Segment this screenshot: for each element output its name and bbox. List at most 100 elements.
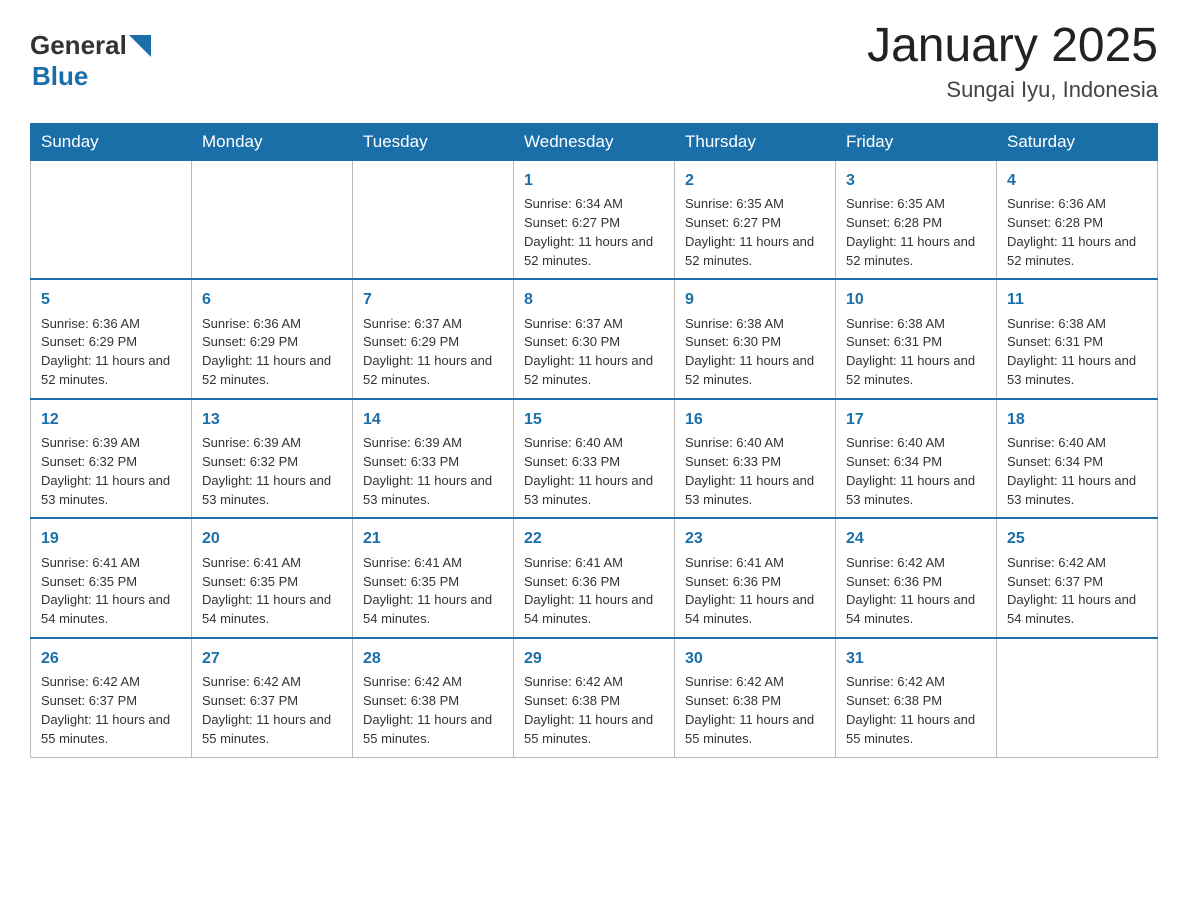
day-info: Sunrise: 6:36 AM [41,315,181,334]
day-number: 19 [41,527,181,550]
day-info: Sunrise: 6:36 AM [202,315,342,334]
day-cell: 23Sunrise: 6:41 AMSunset: 6:36 PMDayligh… [675,518,836,638]
week-row-3: 12Sunrise: 6:39 AMSunset: 6:32 PMDayligh… [31,399,1158,519]
day-info: Daylight: 11 hours and 52 minutes. [1007,233,1147,271]
day-cell: 21 Sunrise: 6:41 AMSunset: 6:35 PMDayligh… [353,518,514,638]
day-info: Sunset: 6:38 PM [363,692,503,711]
day-number: 6 [202,288,342,311]
day-info: Sunset: 6:27 PM [524,214,664,233]
day-cell: 9Sunrise: 6:38 AMSunset: 6:30 PMDaylight… [675,279,836,399]
day-info: Sunset: 6:29 PM [202,333,342,352]
day-number: 13 [202,408,342,431]
day-info: Daylight: 11 hours and 54 minutes. [41,591,181,629]
day-cell: 7Sunrise: 6:37 AMSunset: 6:29 PMDaylight… [353,279,514,399]
col-header-thursday: Thursday [675,123,836,160]
day-number: 3 [846,169,986,192]
page-header: General Blue January 2025 Sungai Iyu, In… [30,20,1158,103]
day-number: 29 [524,647,664,670]
day-info: Daylight: 11 hours and 55 minutes. [846,711,986,749]
day-info: Sunrise: 6:35 AM [685,195,825,214]
day-info: Daylight: 11 hours and 54 minutes. [202,591,342,629]
day-cell [31,160,192,279]
day-cell: 16Sunrise: 6:40 AMSunset: 6:33 PMDayligh… [675,399,836,519]
day-info: Daylight: 11 hours and 54 minutes. [685,591,825,629]
day-info: Daylight: 11 hours and 52 minutes. [524,352,664,390]
day-info: Sunset: 6:32 PM [202,453,342,472]
day-info: Sunset: 6:36 PM [685,573,825,592]
day-cell: 20Sunrise: 6:41 AMSunset: 6:35 PMDayligh… [192,518,353,638]
day-number: 15 [524,408,664,431]
day-info: Sunrise: 6:42 AM [41,673,181,692]
day-number: 8 [524,288,664,311]
day-number: 21 [363,527,503,550]
day-info: Sunset: 6:28 PM [846,214,986,233]
day-number: 31 [846,647,986,670]
day-info: Sunset: 6:34 PM [846,453,986,472]
day-cell: 29 Sunrise: 6:42 AMSunset: 6:38 PMDayligh… [514,638,675,757]
location-title: Sungai Iyu, Indonesia [867,77,1158,103]
day-cell [192,160,353,279]
day-info: Sunset: 6:38 PM [685,692,825,711]
day-info: Daylight: 11 hours and 53 minutes. [846,472,986,510]
logo-general: General [30,30,127,61]
day-cell: 27Sunrise: 6:42 AMSunset: 6:37 PMDayligh… [192,638,353,757]
day-info: Sunrise: 6:41 AM [363,554,503,573]
day-info: Daylight: 11 hours and 53 minutes. [1007,352,1147,390]
day-number: 10 [846,288,986,311]
day-number: 11 [1007,288,1147,311]
day-info: Sunrise: 6:42 AM [846,673,986,692]
day-info: Sunset: 6:35 PM [41,573,181,592]
day-info: Sunrise: 6:42 AM [524,673,664,692]
day-info: Daylight: 11 hours and 55 minutes. [685,711,825,749]
day-cell: 8Sunrise: 6:37 AMSunset: 6:30 PMDaylight… [514,279,675,399]
day-number: 2 [685,169,825,192]
day-info: Daylight: 11 hours and 55 minutes. [41,711,181,749]
day-number: 28 [363,647,503,670]
day-info: Sunrise: 6:38 AM [1007,315,1147,334]
day-info: Daylight: 11 hours and 55 minutes. [524,711,664,749]
day-cell: 13 Sunrise: 6:39 AMSunset: 6:32 PMDayligh… [192,399,353,519]
col-header-monday: Monday [192,123,353,160]
day-number: 20 [202,527,342,550]
week-row-4: 19Sunrise: 6:41 AMSunset: 6:35 PMDayligh… [31,518,1158,638]
day-info: Sunrise: 6:42 AM [685,673,825,692]
day-info: Sunrise: 6:40 AM [1007,434,1147,453]
day-info: Sunrise: 6:38 AM [846,315,986,334]
day-info: Daylight: 11 hours and 55 minutes. [363,711,503,749]
day-info: Sunrise: 6:41 AM [202,554,342,573]
day-cell: 19Sunrise: 6:41 AMSunset: 6:35 PMDayligh… [31,518,192,638]
day-info: Sunrise: 6:42 AM [363,673,503,692]
header-row: SundayMondayTuesdayWednesdayThursdayFrid… [31,123,1158,160]
day-info: Sunset: 6:29 PM [41,333,181,352]
day-info: Sunrise: 6:41 AM [524,554,664,573]
day-cell: 26Sunrise: 6:42 AMSunset: 6:37 PMDayligh… [31,638,192,757]
day-info: Daylight: 11 hours and 54 minutes. [363,591,503,629]
day-info: Sunset: 6:33 PM [524,453,664,472]
day-info: Sunrise: 6:42 AM [1007,554,1147,573]
day-info: Sunset: 6:38 PM [524,692,664,711]
week-row-1: 1Sunrise: 6:34 AMSunset: 6:27 PMDaylight… [31,160,1158,279]
day-cell: 25Sunrise: 6:42 AMSunset: 6:37 PMDayligh… [997,518,1158,638]
day-number: 23 [685,527,825,550]
day-number: 17 [846,408,986,431]
day-info: Sunset: 6:35 PM [363,573,503,592]
day-cell [997,638,1158,757]
day-info: Daylight: 11 hours and 53 minutes. [202,472,342,510]
day-cell: 6 Sunrise: 6:36 AMSunset: 6:29 PMDaylight… [192,279,353,399]
day-info: Daylight: 11 hours and 54 minutes. [846,591,986,629]
logo: General Blue [30,30,151,92]
week-row-5: 26Sunrise: 6:42 AMSunset: 6:37 PMDayligh… [31,638,1158,757]
day-info: Daylight: 11 hours and 53 minutes. [524,472,664,510]
day-info: Sunrise: 6:39 AM [202,434,342,453]
week-row-2: 5Sunrise: 6:36 AMSunset: 6:29 PMDaylight… [31,279,1158,399]
day-cell: 17 Sunrise: 6:40 AMSunset: 6:34 PMDayligh… [836,399,997,519]
day-number: 4 [1007,169,1147,192]
day-info: Sunrise: 6:40 AM [846,434,986,453]
day-info: Sunrise: 6:37 AM [363,315,503,334]
day-info: Daylight: 11 hours and 52 minutes. [202,352,342,390]
col-header-saturday: Saturday [997,123,1158,160]
day-info: Sunrise: 6:40 AM [524,434,664,453]
day-info: Sunset: 6:34 PM [1007,453,1147,472]
day-info: Sunrise: 6:38 AM [685,315,825,334]
day-info: Sunset: 6:37 PM [1007,573,1147,592]
